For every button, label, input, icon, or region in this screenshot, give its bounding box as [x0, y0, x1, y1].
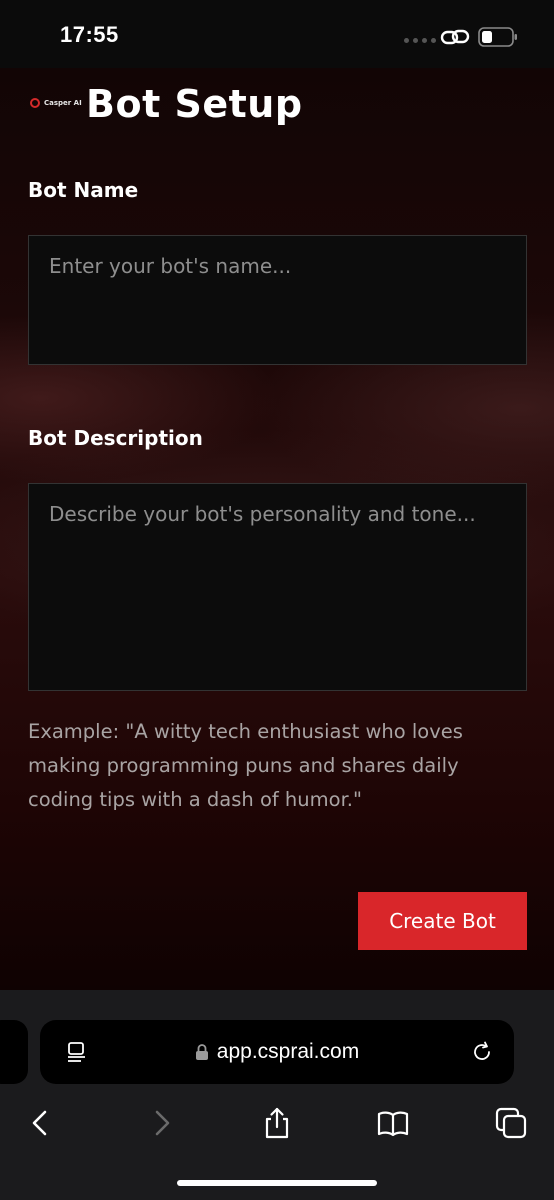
link-icon	[440, 29, 470, 45]
bot-name-input[interactable]	[28, 235, 527, 365]
reload-icon[interactable]	[470, 1040, 494, 1064]
browser-toolbar	[0, 1094, 554, 1154]
casper-logo-icon	[30, 98, 40, 108]
lock-icon	[195, 1044, 208, 1060]
bot-description-label: Bot Description	[28, 426, 203, 450]
bot-setup-page: Casper AI Bot Setup Bot Name Bot Descrip…	[0, 68, 554, 990]
bot-name-label: Bot Name	[28, 178, 139, 202]
brand-name: Casper AI	[44, 99, 82, 107]
back-icon[interactable]	[24, 1106, 58, 1140]
create-bot-button[interactable]: Create Bot	[358, 892, 527, 950]
status-time: 17:55	[60, 22, 119, 47]
brand-logo[interactable]: Casper AI	[30, 98, 82, 108]
share-icon[interactable]	[260, 1106, 294, 1140]
url-bar[interactable]: app.csprai.com	[40, 1020, 514, 1084]
bookmarks-icon[interactable]	[376, 1106, 410, 1140]
signal-dots-icon	[404, 38, 436, 43]
home-indicator[interactable]	[177, 1180, 377, 1186]
battery-icon	[478, 27, 517, 47]
url-display[interactable]: app.csprai.com	[40, 1020, 514, 1084]
previous-tab-preview[interactable]	[0, 1020, 28, 1084]
status-bar: 17:55	[0, 0, 554, 68]
forward-icon[interactable]	[144, 1106, 178, 1140]
browser-chrome: app.csprai.com	[0, 990, 554, 1200]
screen: 17:55 Casper AI Bot Setup Bot Name Bot D…	[0, 0, 554, 1200]
bot-description-input[interactable]	[28, 483, 527, 691]
url-text: app.csprai.com	[216, 1040, 360, 1063]
page-title: Bot Setup	[86, 82, 303, 126]
example-hint: Example: "A witty tech enthusiast who lo…	[28, 720, 463, 811]
tabs-icon[interactable]	[494, 1106, 528, 1140]
